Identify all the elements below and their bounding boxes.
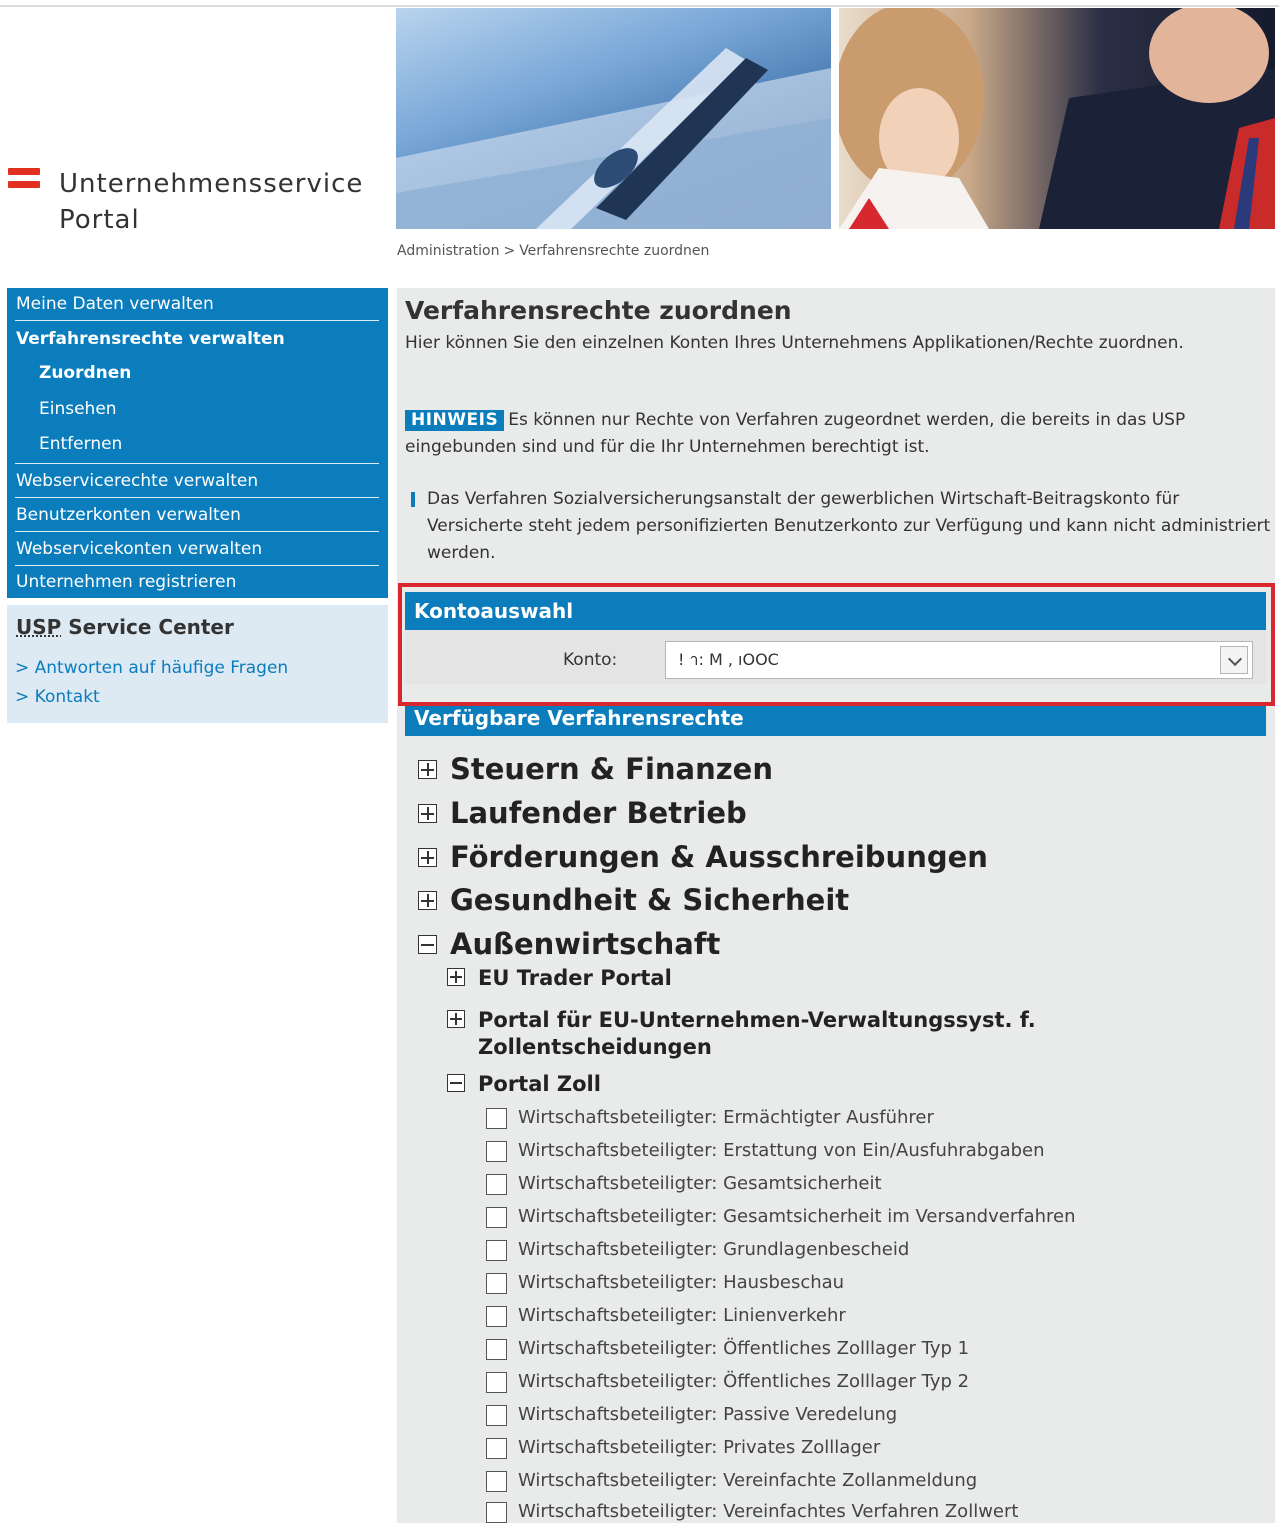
checkbox[interactable] — [486, 1108, 507, 1129]
nav-meine-daten[interactable]: Meine Daten verwalten — [16, 291, 379, 317]
logo-line-2: Portal — [59, 205, 140, 235]
austria-flag-icon — [8, 168, 40, 188]
chevron-down-icon[interactable] — [1220, 646, 1248, 674]
checkbox[interactable] — [486, 1405, 507, 1426]
top-divider — [0, 5, 1279, 7]
service-center-title: USP Service Center — [16, 615, 234, 639]
checkbox[interactable] — [486, 1372, 507, 1393]
breadcrumb-separator: > — [503, 243, 516, 259]
expand-icon[interactable] — [418, 891, 437, 910]
breadcrumb: Administration > Verfahrensrechte zuordnen — [397, 243, 709, 259]
expand-icon[interactable] — [418, 760, 437, 779]
breadcrumb-current: Verfahrensrechte zuordnen — [519, 243, 710, 259]
verfahrensrechte-header: Verfügbare Verfahrensrechte — [405, 706, 1266, 736]
nav-divider — [15, 497, 379, 498]
nav-entfernen[interactable]: Entfernen — [39, 431, 379, 457]
checkbox[interactable] — [486, 1174, 507, 1195]
konto-label: Konto: — [563, 650, 618, 670]
kontoauswahl-header: Kontoauswahl — [405, 592, 1266, 630]
nav-divider — [15, 320, 379, 321]
konto-selected-value: ! า: M , ıOOC — [678, 650, 779, 669]
logo-line-1: Unternehmensservice — [59, 169, 364, 199]
nav-divider — [15, 531, 379, 532]
hint-text: Es können nur Rechte von Verfahren zugeo… — [405, 410, 1186, 457]
service-center-box: USP Service Center > Antworten auf häufi… — [7, 605, 388, 723]
expand-icon[interactable] — [447, 968, 465, 986]
checkbox[interactable] — [486, 1471, 507, 1492]
checkbox[interactable] — [486, 1273, 507, 1294]
expand-icon[interactable] — [418, 804, 437, 823]
checkbox[interactable] — [486, 1141, 507, 1162]
header-photo-pen — [396, 8, 831, 229]
left-nav: Meine Daten verwalten Verfahrensrechte v… — [7, 288, 388, 598]
hint-block: HINWEIS Es können nur Rechte von Verfahre… — [405, 407, 1265, 461]
nav-benutzerkonten[interactable]: Benutzerkonten verwalten — [16, 502, 379, 528]
nav-einsehen[interactable]: Einsehen — [39, 396, 379, 422]
checkbox[interactable] — [486, 1339, 507, 1360]
info-text: Das Verfahren Sozialversicherungsanstalt… — [427, 489, 1271, 563]
checkbox[interactable] — [486, 1438, 507, 1459]
intro-text: Hier können Sie den einzelnen Konten Ihr… — [405, 333, 1184, 353]
checkbox[interactable] — [486, 1207, 507, 1228]
expand-icon[interactable] — [447, 1010, 465, 1028]
konto-select[interactable]: ! า: M , ıOOC — [665, 641, 1253, 679]
breadcrumb-administration[interactable]: Administration — [397, 243, 499, 259]
nav-webservicekonten[interactable]: Webservicekonten verwalten — [16, 536, 379, 562]
link-faq[interactable]: > Antworten auf häufige Fragen — [15, 658, 288, 678]
nav-webservicerechte[interactable]: Webservicerechte verwalten — [16, 468, 379, 494]
logo-text: Unternehmensservice Portal — [59, 166, 363, 238]
checkbox[interactable] — [486, 1502, 507, 1523]
nav-divider — [15, 565, 379, 566]
checkbox[interactable] — [486, 1240, 507, 1261]
nav-unternehmen-registrieren[interactable]: Unternehmen registrieren — [16, 569, 379, 595]
link-kontakt[interactable]: > Kontakt — [15, 687, 100, 707]
hint-badge: HINWEIS — [405, 410, 505, 431]
header-photo-people — [839, 8, 1275, 229]
kontoauswahl-row: Konto: ! า: M , ıOOC — [405, 630, 1266, 684]
collapse-icon[interactable] — [418, 935, 437, 954]
info-marker — [411, 492, 415, 507]
nav-zuordnen[interactable]: Zuordnen — [39, 360, 379, 386]
nav-divider — [15, 463, 379, 464]
page-title: Verfahrensrechte zuordnen — [405, 296, 792, 325]
collapse-icon[interactable] — [447, 1074, 465, 1092]
checkbox[interactable] — [486, 1306, 507, 1327]
expand-icon[interactable] — [418, 848, 437, 867]
nav-verfahrensrechte[interactable]: Verfahrensrechte verwalten — [16, 326, 379, 352]
